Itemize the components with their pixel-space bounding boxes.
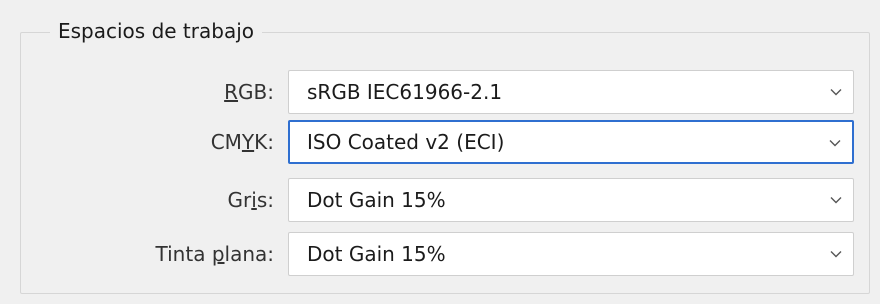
rgb-label: RGB:: [224, 80, 274, 104]
gray-row: Gris: Dot Gain 15%: [0, 178, 880, 222]
gray-select-value: Dot Gain 15%: [307, 188, 446, 212]
spot-select-value: Dot Gain 15%: [307, 242, 446, 266]
cmyk-select-value: ISO Coated v2 (ECI): [307, 130, 505, 154]
gray-select[interactable]: Dot Gain 15%: [288, 178, 854, 222]
spot-label: Tinta plana:: [155, 242, 274, 266]
spot-row: Tinta plana: Dot Gain 15%: [0, 232, 880, 276]
rgb-select[interactable]: sRGB IEC61966-2.1: [288, 70, 854, 114]
spot-select[interactable]: Dot Gain 15%: [288, 232, 854, 276]
gray-label: Gris:: [227, 188, 274, 212]
cmyk-label: CMYK:: [210, 130, 274, 154]
cmyk-select[interactable]: ISO Coated v2 (ECI): [288, 120, 854, 164]
chevron-down-icon: [830, 89, 842, 96]
rgb-select-value: sRGB IEC61966-2.1: [307, 80, 503, 104]
chevron-down-icon: [830, 197, 842, 204]
rgb-row: RGB: sRGB IEC61966-2.1: [0, 70, 880, 114]
group-title: Espacios de trabajo: [50, 16, 262, 46]
chevron-down-icon: [830, 251, 842, 258]
cmyk-row: CMYK: ISO Coated v2 (ECI): [0, 120, 880, 164]
chevron-down-icon: [829, 140, 841, 147]
